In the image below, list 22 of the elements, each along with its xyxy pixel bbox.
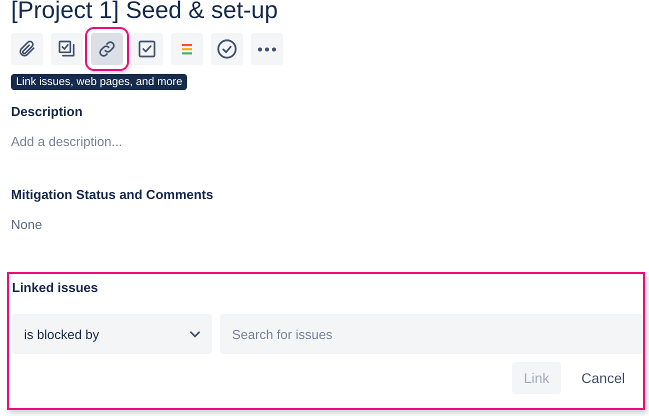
paperclip-icon [17,39,37,59]
more-icon [258,46,276,52]
section-label: Linked issues [12,280,99,295]
field-label: Mitigation Status and Comments [11,187,214,202]
check-circle-icon [216,38,238,60]
checkbox-icon [137,39,157,59]
toolbar-button[interactable] [11,33,43,65]
relation-select[interactable]: is blocked by [12,314,212,354]
tooltip: Link issues, web pages, and more [11,74,188,90]
toolbar-button[interactable] [211,33,243,65]
cancel-button[interactable]: Cancel [569,362,637,394]
field-value[interactable]: None [11,217,645,232]
toolbar-button[interactable] [91,33,123,65]
link-icon [97,39,117,59]
subtask-icon [57,39,77,59]
toolbar-button[interactable] [51,33,83,65]
toolbar-button[interactable] [131,33,163,65]
field-placeholder[interactable]: Add a description... [11,134,645,149]
field-label: Description [11,104,84,119]
issue-title: [Project 1] Seed & set-up [11,0,279,24]
search-field[interactable]: Search for issues [220,314,643,354]
toolbar-button[interactable] [251,33,283,65]
